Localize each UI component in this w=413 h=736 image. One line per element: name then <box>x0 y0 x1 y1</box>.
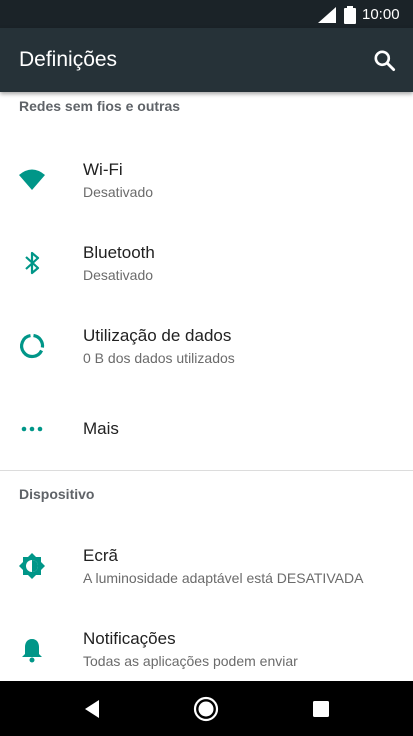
settings-item-label: Bluetooth <box>83 243 155 262</box>
status-bar: 10:00 <box>0 0 413 28</box>
settings-item-data-usage[interactable]: Utilização de dados 0 B dos dados utiliz… <box>0 304 413 387</box>
settings-item-summary: Desativado <box>83 267 154 283</box>
settings-item-label: Ecrã <box>83 546 118 565</box>
status-time: 10:00 <box>362 6 400 23</box>
settings-item-label: Utilização de dados <box>83 326 232 345</box>
settings-item-label: Notificações <box>83 629 176 648</box>
settings-item-notifications[interactable]: Notificações Todas as aplicações podem e… <box>0 606 413 681</box>
brightness-icon <box>19 553 45 579</box>
settings-item-bluetooth[interactable]: Bluetooth Desativado <box>0 221 413 304</box>
data-usage-icon <box>20 333 45 359</box>
home-icon[interactable] <box>192 695 220 723</box>
settings-item-summary: Desativado <box>83 184 154 200</box>
section-header-wireless: Redes sem fios e outras <box>19 98 181 114</box>
signal-icon <box>318 7 336 23</box>
settings-item-display[interactable]: Ecrã A luminosidade adaptável está DESAT… <box>0 523 413 606</box>
recents-icon[interactable] <box>307 695 335 723</box>
section-header-device: Dispositivo <box>19 486 95 502</box>
settings-item-label: Wi-Fi <box>83 160 123 179</box>
navigation-bar <box>0 681 413 736</box>
settings-item-summary: Todas as aplicações podem enviar <box>83 653 298 669</box>
battery-icon <box>344 6 356 24</box>
more-icon <box>21 426 43 432</box>
bluetooth-icon <box>25 251 40 275</box>
settings-list: Redes sem fios e outras Wi-Fi Desativado… <box>0 92 413 681</box>
section-divider <box>0 470 413 471</box>
settings-item-summary: A luminosidade adaptável está DESATIVADA <box>83 570 364 586</box>
settings-item-wifi[interactable]: Wi-Fi Desativado <box>0 138 413 221</box>
settings-item-more[interactable]: Mais <box>0 387 413 470</box>
bell-icon <box>22 639 42 663</box>
wifi-icon <box>19 169 45 190</box>
settings-item-summary: 0 B dos dados utilizados <box>83 350 235 366</box>
back-icon[interactable] <box>79 695 107 723</box>
search-icon[interactable] <box>372 48 398 74</box>
settings-item-label: Mais <box>83 419 119 438</box>
app-bar: Definições <box>0 28 413 92</box>
page-title: Definições <box>19 48 118 71</box>
